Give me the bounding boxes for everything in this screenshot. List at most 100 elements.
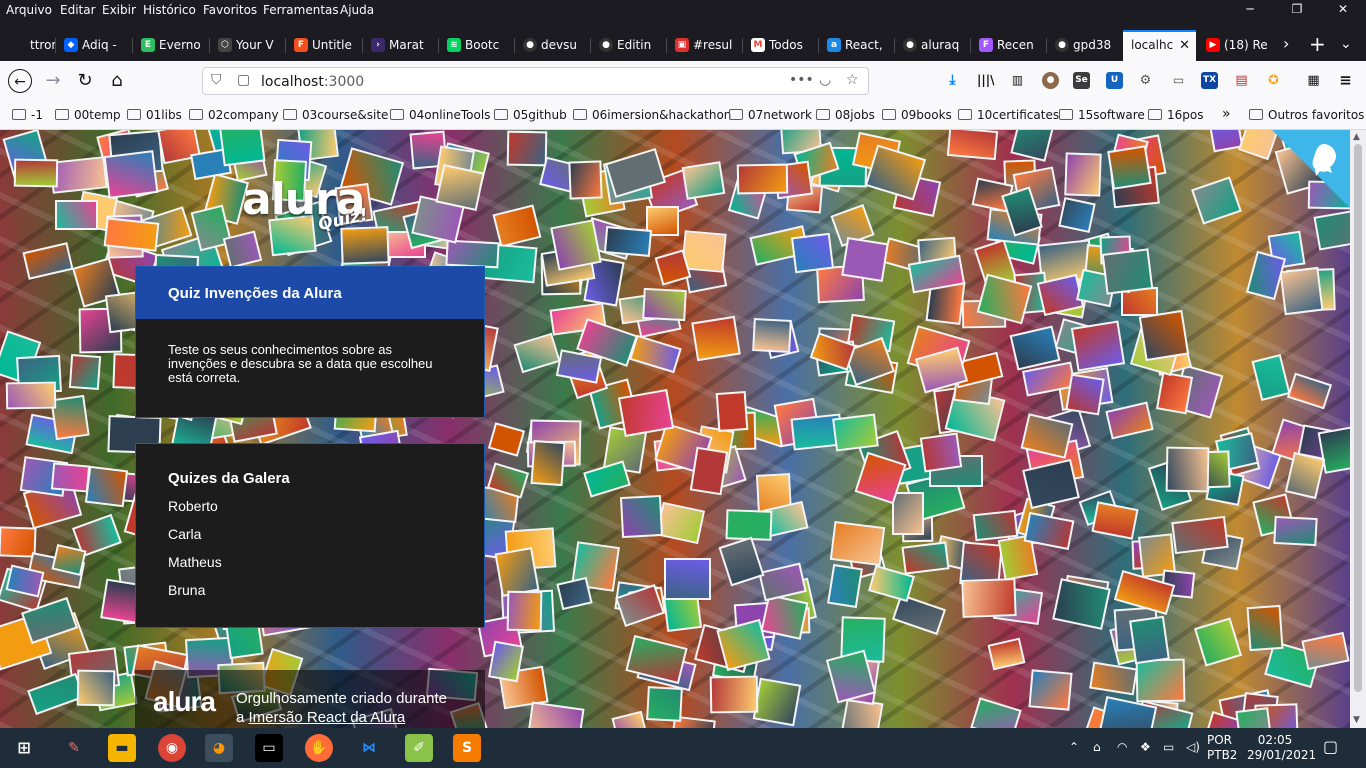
screenshot-icon[interactable]: ▭ (1170, 72, 1187, 89)
tab[interactable]: F Untitle (290, 30, 363, 61)
bookmark-item[interactable]: 07network (729, 108, 812, 122)
menu-arquivo[interactable]: Arquivo (6, 3, 52, 17)
bookmark-item[interactable]: 04onlineTools (390, 108, 490, 122)
tab[interactable]: M Todos (747, 30, 819, 61)
bookmark-item[interactable]: -1 (12, 108, 43, 122)
menu-ajuda[interactable]: Ajuda (340, 3, 374, 17)
scrollbar-thumb[interactable] (1354, 144, 1362, 692)
hamburger-menu-icon[interactable]: ≡ (1337, 72, 1354, 89)
sublime-icon[interactable]: S (453, 734, 481, 762)
input-language[interactable]: POR PTB2 (1207, 733, 1237, 763)
github-corner-icon[interactable] (1272, 130, 1350, 208)
postman-icon[interactable]: ✋ (305, 734, 333, 762)
battery-icon[interactable]: ▭ (1163, 740, 1174, 754)
bookmark-item[interactable]: 05github (494, 108, 567, 122)
menu-historico[interactable]: Histórico (143, 3, 196, 17)
list-tabs-icon[interactable]: ⌄ (1340, 36, 1352, 52)
bookmark-item[interactable]: 03course&site (283, 108, 388, 122)
vscode-icon[interactable]: ⋈ (355, 734, 383, 762)
extensions-icon[interactable]: ▦ (1305, 72, 1322, 89)
download-icon[interactable]: ⤓ (944, 72, 961, 89)
bookmark-item[interactable]: 01libs (127, 108, 182, 122)
close-icon[interactable]: ✕ (1331, 2, 1355, 18)
maximize-icon[interactable]: ❐ (1285, 2, 1309, 18)
file-explorer-icon[interactable]: ▬ (108, 734, 136, 762)
tab[interactable]: ▶ (18) Re (1202, 30, 1274, 61)
bookmark-item[interactable]: 16pos (1148, 108, 1203, 122)
shield-icon[interactable]: ⛉ (211, 72, 222, 88)
dropbox-tray-icon[interactable]: ❖ (1140, 740, 1151, 754)
tab[interactable]: ⬡ Your V (214, 30, 286, 61)
close-tab-icon[interactable]: ✕ (1179, 38, 1190, 53)
galera-item[interactable]: Matheus (168, 554, 222, 570)
pdf-icon[interactable]: ▤ (1233, 72, 1250, 89)
bookmark-item[interactable]: 09books (882, 108, 952, 122)
tabs-scroll-right-icon[interactable]: › (1283, 34, 1289, 53)
tab[interactable]: ● devsu (519, 30, 591, 61)
minimize-icon[interactable]: ─ (1238, 2, 1262, 18)
new-tab-icon[interactable]: + (1309, 32, 1326, 56)
bookmark-item[interactable]: 02company (189, 108, 279, 122)
bookmark-item[interactable]: 00temp (55, 108, 121, 122)
page-actions-icon[interactable]: ••• (789, 72, 814, 88)
menu-ferramentas[interactable]: Ferramentas (263, 3, 339, 17)
tab[interactable]: › Marat (367, 30, 439, 61)
notepad-icon[interactable]: ✐ (405, 734, 433, 762)
system-clock[interactable]: 02:05 29/01/2021 (1247, 733, 1316, 763)
menu-editar[interactable]: Editar (60, 3, 96, 17)
firefox-icon[interactable]: ◕ (205, 734, 233, 762)
chrome-icon[interactable]: ◉ (158, 734, 186, 762)
tab[interactable]: ≋ Bootc (443, 30, 515, 61)
bookmark-item[interactable]: 06imersion&hackathon (573, 108, 731, 122)
tab[interactable]: ● aluraq (899, 30, 971, 61)
home-icon[interactable]: ⌂ (105, 69, 129, 93)
notifications-icon[interactable]: ▢ (1323, 737, 1338, 756)
scroll-up-icon[interactable]: ▲ (1353, 132, 1360, 142)
tab[interactable]: ● Editin (595, 30, 667, 61)
imersao-link[interactable]: Imersão React da Alura (249, 709, 406, 726)
sidebar-icon[interactable]: ▥ (1009, 72, 1026, 89)
more-bookmarks-chevron-icon[interactable]: » (1222, 106, 1231, 122)
meet-now-icon[interactable]: ⌂ (1093, 740, 1101, 754)
windows-start-icon[interactable]: ⊞ (10, 734, 38, 762)
forward-icon[interactable]: → (41, 69, 65, 93)
tab[interactable]: ▣ #resul (671, 30, 743, 61)
back-icon[interactable]: ← (8, 69, 32, 93)
page-scrollbar[interactable]: ▲ ▼ (1350, 130, 1366, 728)
selenium-icon[interactable]: Se (1073, 72, 1090, 89)
page-info-icon[interactable]: ▢ (237, 72, 250, 88)
tab[interactable]: ◆ Adiq - (60, 30, 133, 61)
menu-favoritos[interactable]: Favoritos (203, 3, 257, 17)
volume-icon[interactable]: ◁) (1186, 740, 1200, 754)
avatar-icon[interactable]: ● (1042, 72, 1059, 89)
paint-icon[interactable]: ✎ (60, 734, 88, 762)
new-extension-icon[interactable]: U (1106, 72, 1123, 89)
scroll-down-icon[interactable]: ▼ (1353, 715, 1360, 725)
tab[interactable]: ● gpd38 (1051, 30, 1123, 61)
tab[interactable]: ttror (20, 30, 56, 61)
wifi-icon[interactable]: ◠ (1117, 740, 1127, 754)
footer-logo[interactable]: alura (153, 686, 216, 718)
url-bar[interactable]: ⛉ ▢ localhost:3000 ••• ◡ ☆ (202, 67, 869, 95)
tab-active[interactable]: localhc ✕ (1123, 30, 1196, 61)
tab[interactable]: F Recen (975, 30, 1047, 61)
compass-icon[interactable]: ✪ (1265, 72, 1282, 89)
library-icon[interactable]: |||\ (977, 72, 995, 89)
galera-item[interactable]: Bruna (168, 582, 205, 598)
tx-extension-icon[interactable]: TX (1201, 72, 1218, 89)
bookmark-item[interactable]: 10certificates (958, 108, 1059, 122)
url-text[interactable]: localhost:3000 (261, 74, 364, 90)
galera-item[interactable]: Carla (168, 526, 201, 542)
reload-icon[interactable]: ↻ (73, 69, 97, 93)
tab[interactable]: a React, (823, 30, 895, 61)
bookmark-star-icon[interactable]: ☆ (846, 72, 859, 88)
terminal-icon[interactable]: ▭ (255, 734, 283, 762)
galera-item[interactable]: Roberto (168, 498, 218, 514)
other-bookmarks[interactable]: Outros favoritos (1249, 108, 1364, 122)
gear-extension-icon[interactable]: ⚙ (1137, 72, 1154, 89)
menu-exibir[interactable]: Exibir (102, 3, 136, 17)
tray-chevron-icon[interactable]: ⌃ (1069, 740, 1079, 754)
bookmark-item[interactable]: 15software (1059, 108, 1145, 122)
bookmark-item[interactable]: 08jobs (816, 108, 875, 122)
tab[interactable]: E Everno (137, 30, 210, 61)
